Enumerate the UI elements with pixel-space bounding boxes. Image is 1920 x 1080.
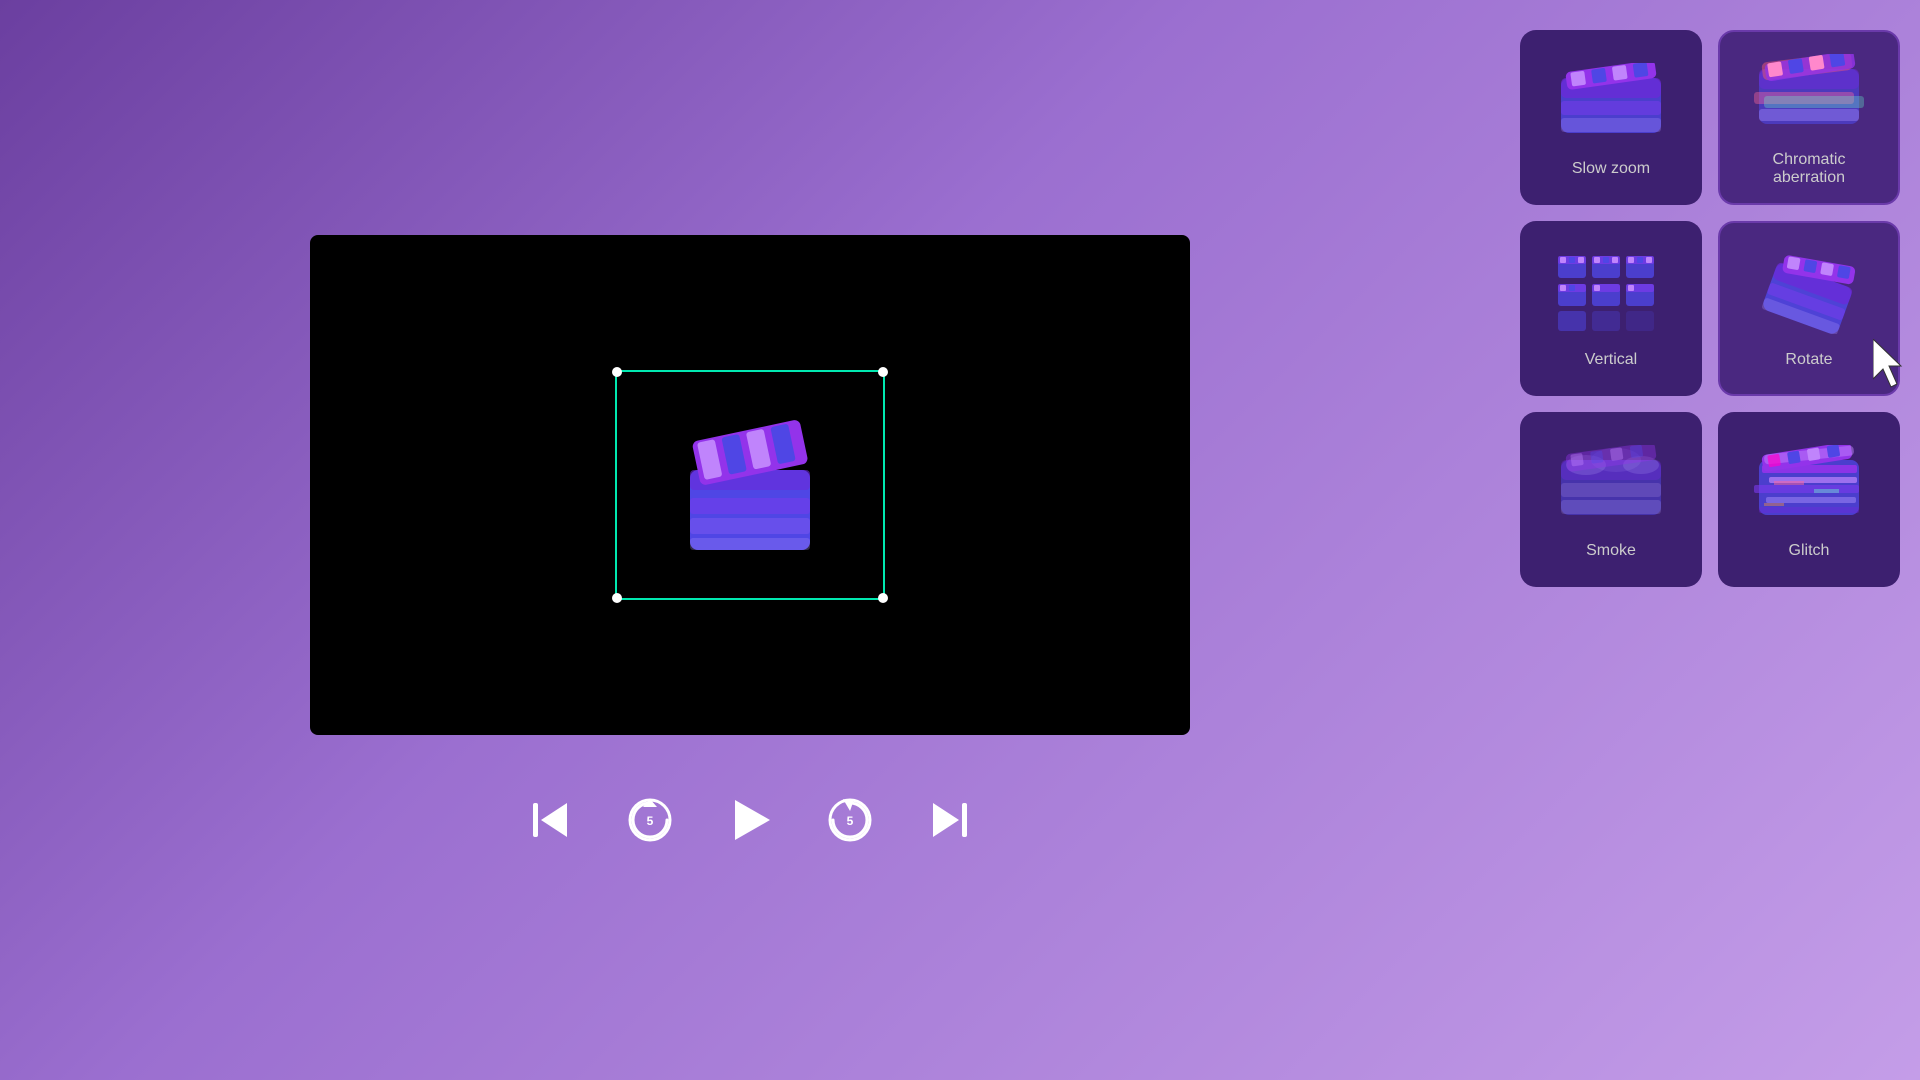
effect-icon-smoke [1556,440,1666,530]
effect-label-smoke: Smoke [1586,542,1636,560]
skip-back-button[interactable] [525,795,575,845]
selection-box [615,370,885,600]
video-preview [310,235,1190,735]
svg-text:5: 5 [847,814,854,828]
effect-icon-slow-zoom [1556,58,1666,148]
effect-label-chromatic-aberration: Chromatic aberration [1736,151,1882,187]
handle-bottom-right[interactable] [878,593,888,603]
play-button[interactable] [725,795,775,845]
effect-label-slow-zoom: Slow zoom [1572,160,1650,178]
effects-grid: Slow zoom [1520,30,1900,587]
effect-slow-zoom[interactable]: Slow zoom [1520,30,1702,205]
playback-controls: 5 5 [525,795,975,845]
effect-vertical[interactable]: Vertical [1520,221,1702,396]
handle-top-right[interactable] [878,367,888,377]
effect-rotate[interactable]: Rotate [1718,221,1900,396]
handle-top-left[interactable] [612,367,622,377]
handle-bottom-left[interactable] [612,593,622,603]
effect-icon-chromatic-aberration [1754,49,1864,139]
effect-label-glitch: Glitch [1789,542,1830,560]
svg-text:5: 5 [647,814,654,828]
effects-panel: Slow zoom [1500,0,1920,1080]
effect-label-rotate: Rotate [1785,351,1832,369]
effect-icon-glitch [1754,440,1864,530]
rewind-button[interactable]: 5 [625,795,675,845]
effect-chromatic-aberration[interactable]: Chromatic aberration [1718,30,1900,205]
effect-glitch[interactable]: Glitch [1718,412,1900,587]
effect-label-vertical: Vertical [1585,351,1637,369]
effect-icon-rotate [1754,249,1864,339]
effect-smoke[interactable]: Smoke [1520,412,1702,587]
left-panel: 5 5 [0,0,1500,1080]
effect-icon-vertical [1556,249,1666,339]
forward-button[interactable]: 5 [825,795,875,845]
cursor-icon [1873,339,1913,389]
skip-forward-button[interactable] [925,795,975,845]
